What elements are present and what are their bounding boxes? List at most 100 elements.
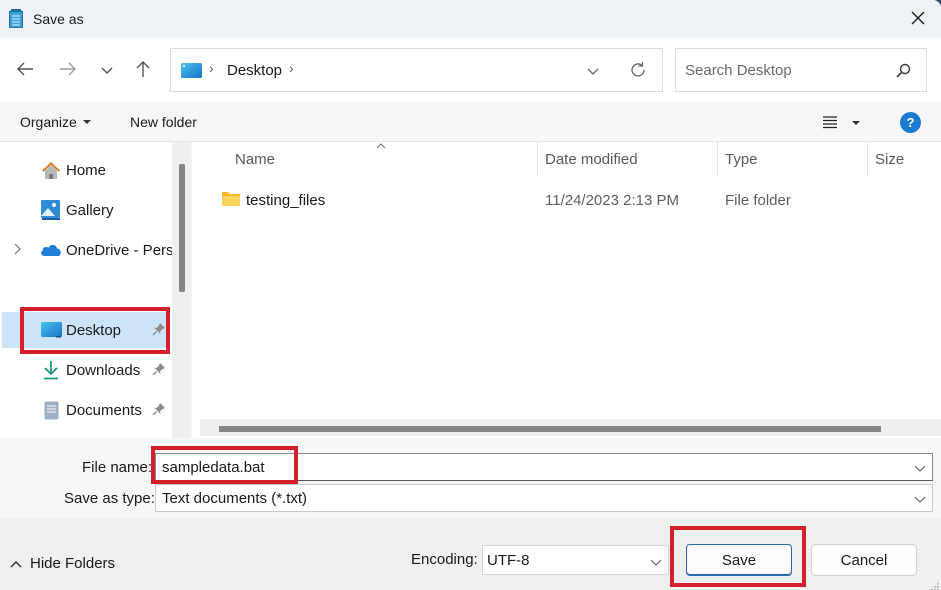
download-icon [40, 359, 62, 381]
sidebar-label: Documents [66, 401, 142, 419]
sidebar-item-gallery[interactable]: Gallery [0, 192, 172, 228]
chevron-up-icon [10, 560, 22, 568]
column-divider[interactable] [867, 142, 868, 176]
breadcrumb-desktop[interactable]: Desktop [227, 62, 282, 79]
new-folder-button[interactable]: New folder [130, 114, 197, 130]
encoding-value: UTF-8 [487, 551, 530, 569]
save-as-type-value: Text documents (*.txt) [162, 489, 308, 507]
save-as-type-label: Save as type: [64, 490, 155, 507]
chevron-down-icon [650, 554, 664, 568]
up-button[interactable] [127, 54, 159, 86]
gallery-icon [40, 199, 62, 221]
address-history-dropdown[interactable] [581, 60, 605, 82]
sidebar-label: Home [66, 161, 107, 179]
navigation-pane: Home Gallery OneDrive - Perso Desktop Do… [0, 142, 190, 438]
close-button[interactable] [895, 0, 941, 38]
title-bar: Save as [0, 0, 941, 38]
sidebar-scrollbar-thumb[interactable] [179, 164, 185, 292]
address-bar[interactable]: › Desktop › [170, 48, 663, 92]
save-button[interactable]: Save [686, 544, 792, 576]
breadcrumb-separator: › [209, 60, 214, 76]
file-date-modified: 11/24/2023 2:13 PM [545, 192, 679, 209]
forward-button[interactable] [52, 54, 84, 86]
expand-chevron-icon[interactable] [14, 243, 22, 258]
sidebar-item-desktop[interactable]: Desktop [2, 312, 168, 348]
sidebar-label: OneDrive - Perso [66, 241, 172, 259]
back-button[interactable] [9, 54, 41, 86]
cancel-button[interactable]: Cancel [811, 544, 917, 576]
chevron-down-icon [587, 63, 599, 79]
refresh-icon [629, 61, 647, 82]
column-header-type[interactable]: Type [725, 142, 758, 176]
arrow-left-icon [16, 61, 34, 80]
column-header-date-modified[interactable]: Date modified [545, 142, 638, 176]
desktop-folder-icon [181, 63, 202, 78]
organize-button[interactable]: Organize [20, 114, 91, 130]
navigation-bar: › Desktop › Search Desktop [0, 38, 941, 102]
column-divider[interactable] [537, 142, 538, 176]
column-label: Name [235, 150, 276, 168]
search-placeholder: Search Desktop [685, 62, 792, 79]
sidebar-label: Desktop [66, 321, 122, 339]
arrow-right-icon [59, 61, 77, 80]
desktop-folder-icon [40, 319, 62, 341]
save-form: File name: sampledata.bat Save as type: … [0, 438, 941, 518]
column-label: Date modified [545, 150, 638, 168]
file-type: File folder [725, 192, 791, 209]
arrow-up-icon [135, 60, 151, 81]
column-label: Size [875, 150, 905, 168]
dialog-footer: Hide Folders Encoding: UTF-8 Save Cancel [0, 518, 941, 590]
change-view-button[interactable] [822, 112, 866, 134]
save-as-dialog: Save as › Desktop › Search Desktop Organ… [0, 0, 941, 590]
new-folder-label: New folder [130, 114, 197, 130]
horizontal-scrollbar-thumb[interactable] [219, 426, 881, 432]
file-name-label: File name: [82, 459, 153, 476]
hide-folders-label: Hide Folders [30, 555, 116, 572]
sort-ascending-icon [376, 140, 386, 152]
recent-locations-button[interactable] [91, 54, 123, 86]
column-label: Type [725, 150, 758, 168]
close-icon [911, 11, 925, 28]
file-name-input[interactable]: sampledata.bat [155, 453, 933, 481]
chevron-down-icon [101, 62, 113, 78]
resize-grip-icon[interactable] [929, 578, 939, 590]
chevron-down-icon[interactable] [914, 491, 928, 505]
column-divider[interactable] [717, 142, 718, 176]
onedrive-cloud-icon [40, 239, 62, 261]
sidebar-item-downloads[interactable]: Downloads [0, 352, 172, 388]
save-as-type-select[interactable]: Text documents (*.txt) [155, 484, 933, 512]
encoding-select[interactable]: UTF-8 [482, 545, 669, 575]
window-title: Save as [33, 11, 84, 27]
file-row[interactable]: testing_files 11/24/2023 2:13 PM File fo… [210, 184, 910, 216]
list-view-icon [822, 115, 838, 132]
notepad-icon [9, 9, 23, 28]
pin-icon[interactable] [152, 322, 168, 338]
sidebar-item-documents[interactable]: Documents [0, 392, 172, 428]
search-icon[interactable] [894, 62, 912, 80]
home-icon [40, 159, 62, 181]
sidebar-item-onedrive[interactable]: OneDrive - Perso [0, 232, 172, 268]
refresh-button[interactable] [626, 59, 650, 83]
sidebar-label: Downloads [66, 361, 141, 379]
organize-label: Organize [20, 114, 77, 130]
help-button[interactable]: ? [900, 112, 921, 133]
sidebar-label: Gallery [66, 201, 114, 219]
breadcrumb-separator[interactable]: › [289, 60, 294, 76]
documents-icon [40, 399, 62, 421]
file-name-value: sampledata.bat [162, 458, 265, 476]
caret-down-icon [852, 121, 860, 125]
caret-down-icon [82, 120, 91, 124]
file-name: testing_files [246, 192, 326, 209]
chevron-down-icon[interactable] [914, 460, 928, 474]
pin-icon[interactable] [152, 362, 168, 378]
column-header-size[interactable]: Size [875, 142, 904, 176]
search-input[interactable]: Search Desktop [675, 48, 927, 92]
sidebar-item-home[interactable]: Home [0, 152, 172, 188]
encoding-label: Encoding: [411, 551, 478, 568]
hide-folders-button[interactable]: Hide Folders [10, 555, 115, 572]
file-list: Name Date modified Type Size testing_fil… [192, 142, 941, 438]
pin-icon[interactable] [152, 402, 168, 418]
command-bar: Organize New folder ? [0, 102, 941, 142]
column-header-name[interactable]: Name [235, 142, 275, 176]
folder-icon [222, 192, 240, 206]
